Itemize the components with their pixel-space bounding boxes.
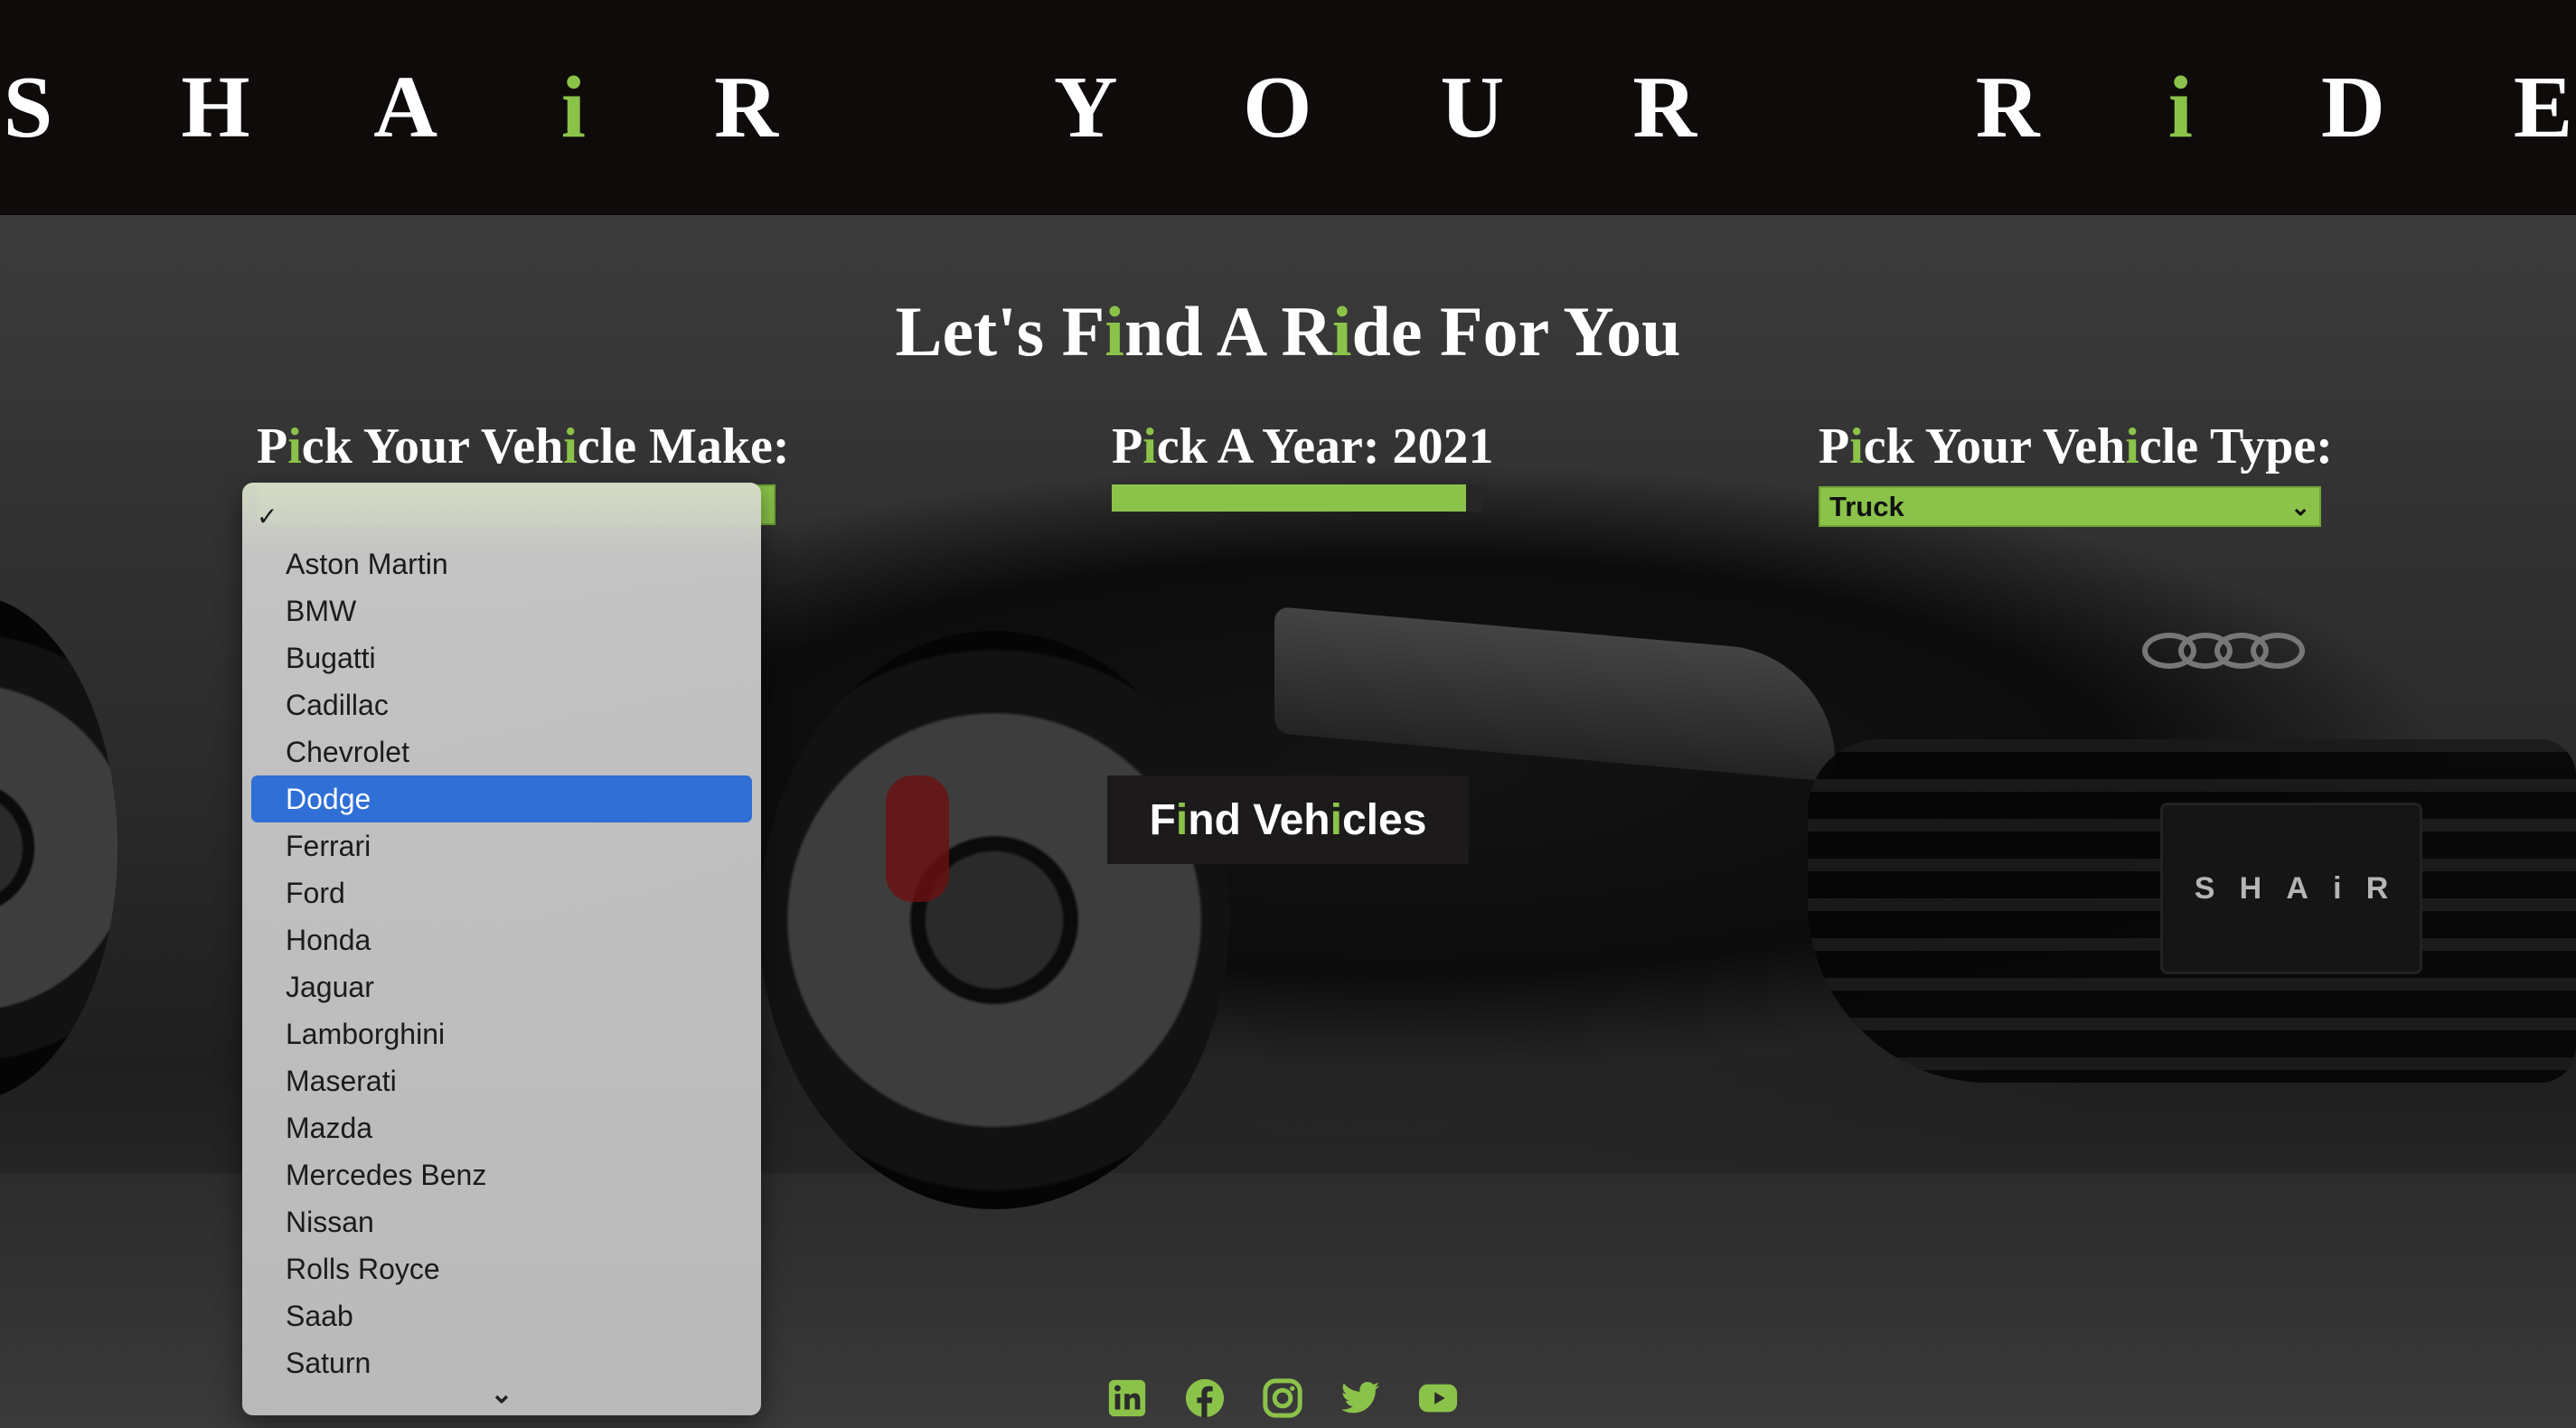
make-option[interactable]: Saab <box>242 1292 761 1339</box>
year-slider-fill <box>1112 484 1466 512</box>
make-option[interactable]: Aston Martin <box>242 540 761 587</box>
make-option[interactable]: Rolls Royce <box>242 1245 761 1292</box>
make-option[interactable] <box>242 493 761 540</box>
make-label: Pick Your Vehicle Make: <box>257 418 790 474</box>
make-option[interactable]: BMW <box>242 587 761 634</box>
make-option[interactable]: Ford <box>242 869 761 916</box>
make-option[interactable]: Dodge <box>251 775 752 822</box>
site-header: S H A i R Y O U R R i D E <box>0 0 2576 215</box>
make-option[interactable]: Ferrari <box>242 822 761 869</box>
type-label: Pick Your Vehicle Type: <box>1819 418 2333 474</box>
make-option[interactable]: Chevrolet <box>242 728 761 775</box>
find-vehicles-button[interactable]: Fi nd Veh i cles <box>1107 775 1469 864</box>
make-option[interactable]: Mazda <box>242 1104 761 1151</box>
brake-caliper <box>886 775 949 902</box>
site-title[interactable]: S H A i R Y O U R R i D E <box>0 57 2576 158</box>
scroll-down-icon[interactable]: ⌄ <box>242 1378 761 1410</box>
youtube-icon[interactable] <box>1415 1377 1461 1419</box>
make-option[interactable]: Maserati <box>242 1057 761 1104</box>
year-slider[interactable] <box>1112 484 1482 512</box>
plate-text: SHAiR <box>2194 870 2413 906</box>
page-heading: Let's Find A Ride For You <box>895 292 1681 371</box>
front-wheel <box>759 631 1229 1209</box>
make-option[interactable]: Bugatti <box>242 634 761 681</box>
instagram-icon[interactable] <box>1260 1377 1305 1419</box>
license-plate: SHAiR <box>2160 803 2422 974</box>
linkedin-icon[interactable] <box>1105 1377 1150 1419</box>
car-logo-rings <box>2142 633 2305 678</box>
chevron-down-icon: ⌄ <box>2290 493 2310 521</box>
vehicle-type-select[interactable]: Truck ⌄ <box>1819 486 2321 527</box>
year-label: Pick A Year: 2021 <box>1112 418 1494 474</box>
make-option[interactable]: Jaguar <box>242 963 761 1010</box>
make-option[interactable]: Honda <box>242 916 761 963</box>
make-dropdown-list[interactable]: Aston MartinBMWBugattiCadillacChevroletD… <box>242 483 761 1415</box>
make-option[interactable]: Mercedes Benz <box>242 1151 761 1198</box>
facebook-icon[interactable] <box>1182 1377 1227 1419</box>
vehicle-type-value: Truck <box>1829 490 1904 522</box>
make-option[interactable]: Nissan <box>242 1198 761 1245</box>
social-links <box>1105 1377 1461 1419</box>
make-option[interactable]: Cadillac <box>242 681 761 728</box>
make-option[interactable]: Lamborghini <box>242 1010 761 1057</box>
twitter-icon[interactable] <box>1338 1377 1383 1419</box>
